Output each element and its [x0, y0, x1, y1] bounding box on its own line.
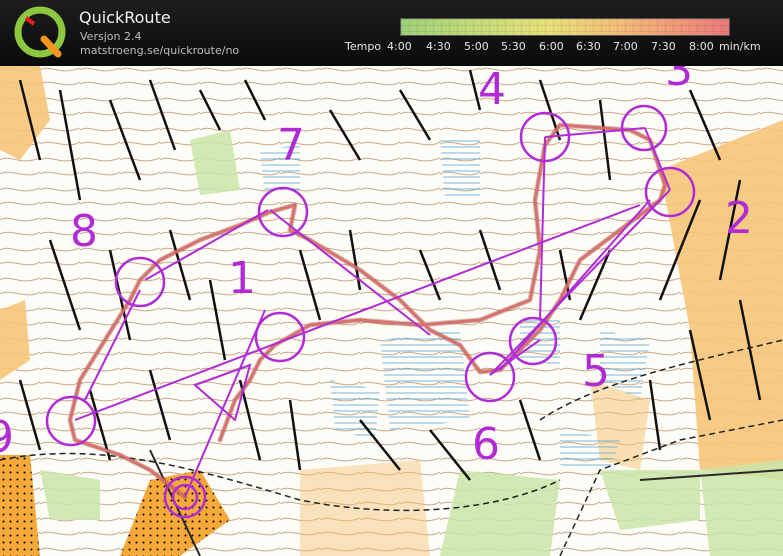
- control-number-5: 5: [582, 346, 610, 397]
- pace-tick: 5:30: [501, 40, 526, 53]
- pace-label: Tempo: [345, 40, 382, 53]
- pace-tick: 5:00: [464, 40, 489, 53]
- control-number-6: 6: [472, 419, 500, 470]
- control-number-9: 9: [0, 412, 14, 463]
- pace-color-scale: [400, 18, 730, 36]
- header-bar: QuickRoute Versjon 2.4 matstroeng.se/qui…: [0, 0, 783, 66]
- pace-tick: 6:30: [576, 40, 601, 53]
- quickroute-window: QuickRoute Versjon 2.4 matstroeng.se/qui…: [0, 0, 783, 556]
- control-number-4: 4: [478, 66, 506, 115]
- pace-tick: 6:00: [539, 40, 564, 53]
- pace-tick: 7:00: [613, 40, 638, 53]
- pace-legend-labels: Tempo 4:00 4:30 5:00 5:30 6:00 6:30 7:00…: [0, 40, 783, 56]
- control-number-2: 2: [725, 193, 753, 244]
- control-number-1: 1: [228, 253, 256, 304]
- pace-unit: min/km: [719, 40, 761, 53]
- pace-tick: 4:30: [426, 40, 451, 53]
- app-title: QuickRoute: [79, 8, 171, 27]
- control-number-3: 3: [665, 66, 693, 96]
- control-number-8: 8: [70, 206, 98, 257]
- pace-tick: 7:30: [651, 40, 676, 53]
- control-number-7: 7: [277, 120, 305, 171]
- pace-tick: 8:00: [689, 40, 714, 53]
- orienteering-map[interactable]: 1 2 3 4 5 6 7 8 9: [0, 66, 783, 556]
- pace-tick: 4:00: [387, 40, 412, 53]
